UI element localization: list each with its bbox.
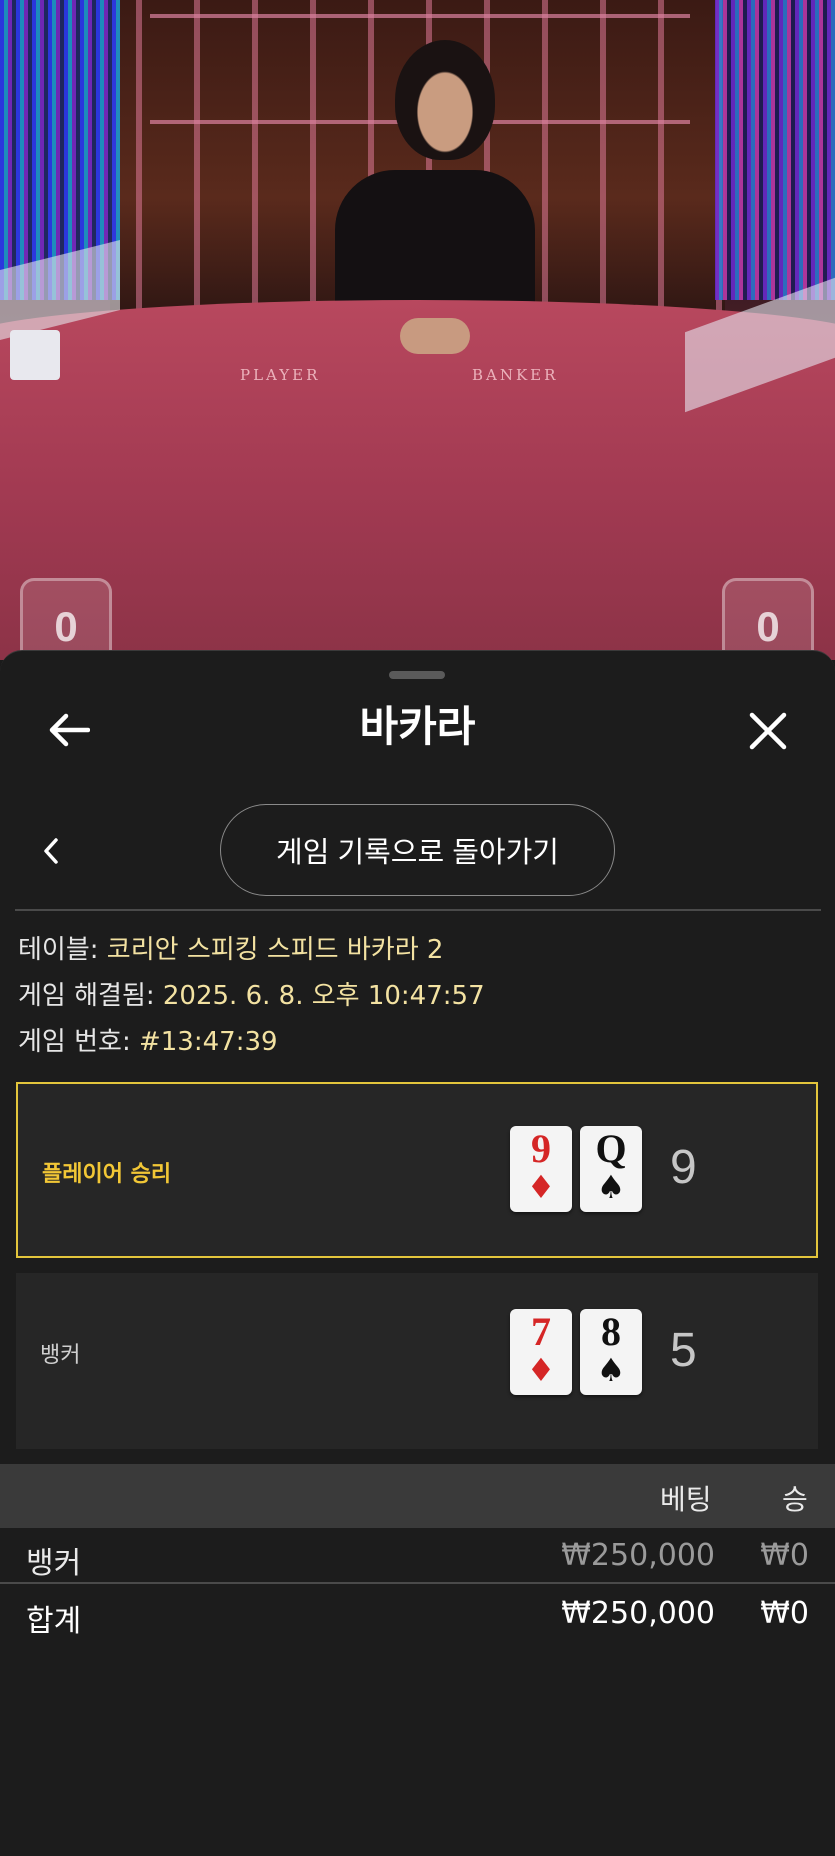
card-rank: 8 xyxy=(601,1309,621,1354)
close-icon xyxy=(749,712,787,750)
bet-table-header: 베팅 승 xyxy=(0,1464,835,1528)
divider xyxy=(0,1582,835,1584)
spade-suit-icon: ♠ xyxy=(596,1168,626,1206)
page-title: 바카라 xyxy=(359,702,476,751)
divider xyxy=(15,909,821,911)
game-number-value: #13:47:39 xyxy=(138,1027,278,1057)
bet-name: 뱅커 xyxy=(26,1546,82,1581)
win-column-header: 승 xyxy=(782,1483,808,1516)
sheet-grabber[interactable] xyxy=(389,671,445,679)
banker-score-value: 0 xyxy=(756,603,780,650)
game-number-label: 게임 번호: xyxy=(18,1027,139,1057)
close-button[interactable] xyxy=(742,705,794,757)
game-detail-sheet: 바카라 게임 기록으로 돌아가기 테이블: 코리안 스피킹 스피드 바카라 2 … xyxy=(0,650,835,1856)
player-score-value: 0 xyxy=(54,603,78,650)
previous-button[interactable] xyxy=(36,833,66,869)
backwall-rail xyxy=(150,14,690,18)
table-info-value: 코리안 스피킹 스피드 바카라 2 xyxy=(106,935,444,965)
live-video-feed: PLAYER BANKER 0 0 xyxy=(0,0,835,660)
banker-result-row: 뱅커 7 ♦ 8 ♠ 5 xyxy=(16,1273,818,1449)
back-to-history-button[interactable]: 게임 기록으로 돌아가기 xyxy=(220,804,615,896)
playing-card: 9 ♦ xyxy=(510,1126,572,1212)
win-amount: ₩0 xyxy=(760,1538,809,1573)
neon-screen-right xyxy=(715,0,835,300)
resolved-info: 게임 해결됨: 2025. 6. 8. 오후 10:47:57 xyxy=(18,979,485,1013)
total-win-amount: ₩0 xyxy=(760,1596,809,1631)
dealer-head xyxy=(395,40,495,160)
table-player-label: PLAYER xyxy=(240,366,321,384)
bet-total-row: 합계 ₩250,000 ₩0 xyxy=(0,1586,835,1644)
banker-label: 뱅커 xyxy=(40,1343,81,1368)
bet-table-row: 뱅커 ₩250,000 ₩0 xyxy=(0,1528,835,1586)
table-banker-label: BANKER xyxy=(472,366,559,384)
card-rank: Q xyxy=(595,1126,627,1171)
resolved-info-value: 2025. 6. 8. 오후 10:47:57 xyxy=(162,981,485,1011)
total-label: 합계 xyxy=(26,1604,82,1639)
table-info-label: 테이블: xyxy=(18,935,107,965)
bet-amount: ₩250,000 xyxy=(561,1538,715,1573)
resolved-info-label: 게임 해결됨: xyxy=(18,981,163,1011)
diamond-suit-icon: ♦ xyxy=(526,1351,556,1389)
playing-card: Q ♠ xyxy=(580,1126,642,1212)
playing-card: 7 ♦ xyxy=(510,1309,572,1395)
table-info: 테이블: 코리안 스피킹 스피드 바카라 2 xyxy=(18,933,443,967)
bet-column-header: 베팅 xyxy=(660,1483,712,1516)
card-rank: 7 xyxy=(531,1309,551,1354)
player-hand-score: 9 xyxy=(670,1141,697,1194)
banker-score-box: 0 xyxy=(722,578,814,660)
playing-card: 8 ♠ xyxy=(580,1309,642,1395)
game-number-info: 게임 번호: #13:47:39 xyxy=(18,1025,278,1059)
player-win-label: 플레이어 승리 xyxy=(42,1162,172,1187)
spade-suit-icon: ♠ xyxy=(596,1351,626,1389)
card-rank: 9 xyxy=(531,1126,551,1171)
player-score-box: 0 xyxy=(20,578,112,660)
card-stack xyxy=(10,330,60,380)
diamond-suit-icon: ♦ xyxy=(526,1168,556,1206)
total-bet-amount: ₩250,000 xyxy=(561,1596,715,1631)
dealer-hands xyxy=(400,318,470,354)
chevron-left-icon xyxy=(44,838,58,864)
banker-hand-score: 5 xyxy=(670,1324,697,1377)
player-result-row: 플레이어 승리 9 ♦ Q ♠ 9 xyxy=(16,1082,818,1258)
